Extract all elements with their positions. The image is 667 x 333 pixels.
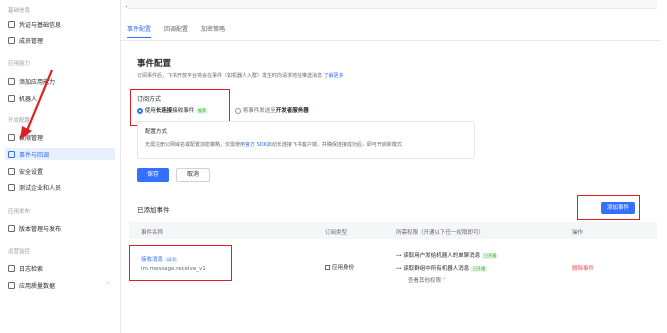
subscribe-method-label: 订阅方式 <box>137 96 162 103</box>
tab-callback-config[interactable]: 回调配置 <box>164 24 188 38</box>
subscription-type: 应用身份 <box>325 263 354 271</box>
section-description: 订阅事件后，飞书开放平台将会在事件（如机器人入群）发生时向请求地址推送消息 了解… <box>137 72 344 79</box>
permission-text: 读取群组中所有机器人消息 <box>403 266 470 272</box>
column-header-permissions: 所需权限（开通以下任一权限即可） <box>396 230 485 236</box>
top-banner <box>127 0 657 9</box>
tab-event-config[interactable]: 事件配置 <box>127 24 152 38</box>
subscription-type-text: 应用身份 <box>332 265 355 271</box>
added-events-title: 已添加事件 <box>137 206 170 214</box>
more-permissions-text: 查看其他权限 <box>408 278 442 284</box>
option-webhook[interactable]: 将事件发送至开发者服务器 <box>235 106 309 114</box>
event-key: im.message.receive_v1 <box>141 266 206 272</box>
key-icon: ⊶ <box>396 253 402 259</box>
option-strong: 开发者服务器 <box>275 108 309 114</box>
enabled-badge: 已开通 <box>471 265 488 272</box>
option-text: 将事件发送至 <box>242 108 276 114</box>
chevron-down-icon: ˅ <box>442 278 446 284</box>
config-panel <box>137 121 475 159</box>
section-title: 事件配置 <box>137 59 172 69</box>
cancel-button[interactable]: 取消 <box>176 168 210 182</box>
version-badge: v2.0 <box>164 257 178 262</box>
delete-event-link[interactable]: 删除事件 <box>572 264 594 272</box>
annotation-arrow <box>20 69 54 140</box>
config-description: 无需注册公网域名或配置加密策略，仅需使用官方 SDK启动长连接飞书客户端，并确保… <box>145 141 402 148</box>
recommended-badge: 推荐 <box>196 107 209 114</box>
column-header-action: 操作 <box>572 230 584 236</box>
tab-divider <box>121 40 661 41</box>
description-text: 订阅事件后，飞书开放平台将会在事件（如机器人入群）发生时向请求地址推送消息 <box>137 73 323 79</box>
annotation-box <box>129 245 232 281</box>
config-title: 配置方式 <box>145 129 168 135</box>
permission-text: 读取用户发给机器人的单聊消息 <box>403 253 481 259</box>
config-desc-text: 无需注册公网域名或配置加密策略，仅需使用 <box>145 142 246 148</box>
option-long-connection[interactable]: 使用长连接接收事件 推荐 <box>137 106 209 114</box>
app-identity-icon <box>325 265 330 270</box>
sdk-link[interactable]: 官方 SDK <box>245 142 267 148</box>
option-text: 使用 <box>144 108 156 114</box>
more-permissions-toggle[interactable]: 查看其他权限 ˅ <box>408 276 446 284</box>
column-header-name: 事件名称 <box>141 230 164 236</box>
learn-more-link[interactable]: 了解更多 <box>324 73 344 79</box>
event-name-link[interactable]: 接收消息 <box>141 257 163 263</box>
key-icon: ⊶ <box>396 266 402 272</box>
add-event-button[interactable]: 添加事件 <box>601 202 635 214</box>
enabled-badge: 已开通 <box>482 252 499 259</box>
tab-bar: 事件配置 回调配置 加密策略 <box>127 24 225 38</box>
permission-item: ⊶ 读取用户发给机器人的单聊消息 已开通 <box>396 251 499 259</box>
option-strong: 长连接 <box>155 108 173 114</box>
tab-encryption[interactable]: 加密策略 <box>201 24 225 38</box>
save-button[interactable]: 保存 <box>137 168 169 182</box>
config-desc-text: 启动长连接飞书客户端，并确保连接成功后，即可开启新模式 <box>266 142 402 148</box>
column-header-type: 订阅类型 <box>325 230 348 236</box>
event-name: 接收消息 v2.0 <box>141 255 178 263</box>
radio-selected[interactable] <box>137 107 143 114</box>
permission-item: ⊶ 读取群组中所有机器人消息 已开通 <box>396 264 488 272</box>
radio-unselected[interactable] <box>235 107 241 114</box>
option-text: 接收事件 <box>172 108 195 114</box>
